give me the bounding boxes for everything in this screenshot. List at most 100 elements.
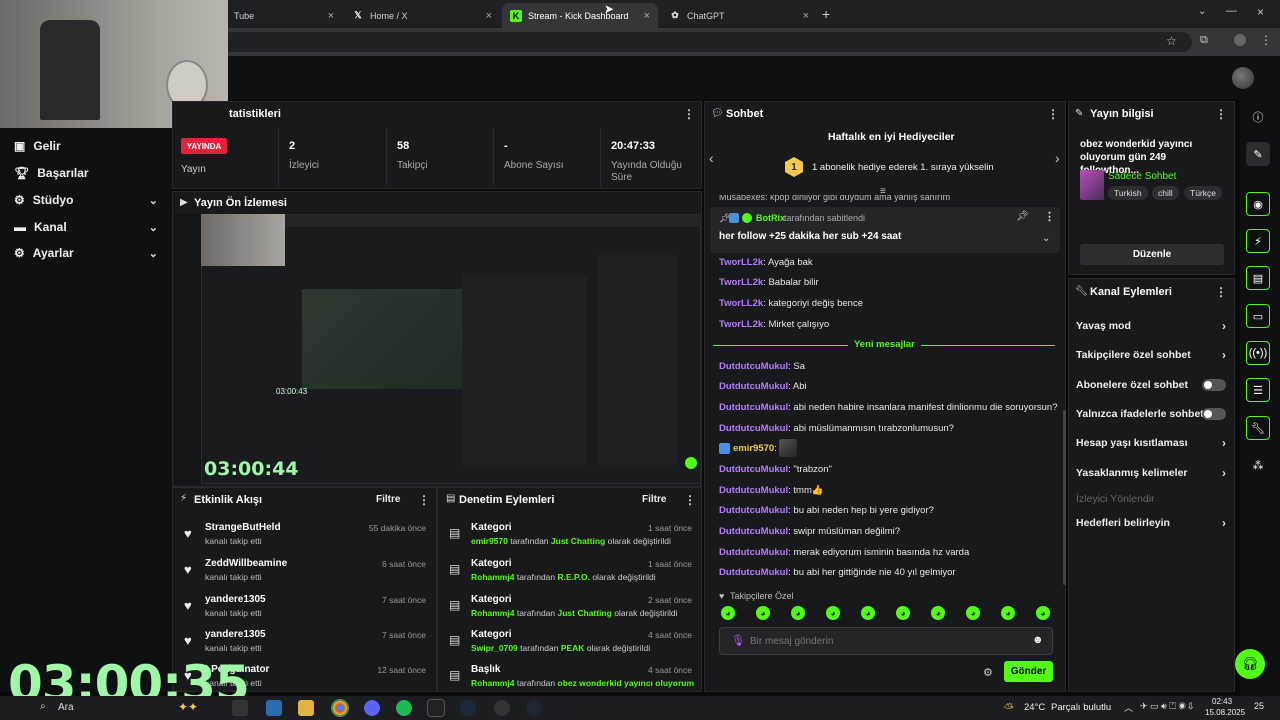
emote-icon[interactable]: ◕ (721, 606, 735, 620)
channel-action-item[interactable]: Yalnızca ifadelerle sohbet (1076, 405, 1228, 423)
steam-icon[interactable] (526, 700, 542, 716)
moderator-name[interactable]: Rohammj4 (471, 572, 514, 582)
chat-username[interactable]: DutdutcuMukul (719, 423, 788, 434)
chat-username[interactable]: DutdutcuMukul (719, 402, 788, 413)
more-icon[interactable]: ⋮ (1215, 107, 1227, 121)
category-name[interactable]: Sadece Sohbet (1108, 171, 1176, 182)
more-icon[interactable]: ⋮ (1044, 210, 1055, 223)
chat-scrollbar[interactable] (1063, 410, 1066, 585)
filter-button[interactable]: Filtre (376, 494, 400, 505)
close-icon[interactable]: × (486, 10, 492, 22)
chat-settings-gear-icon[interactable]: ⚙ (983, 666, 993, 679)
emote-icon[interactable]: ◕ (826, 606, 840, 620)
add-widget-icon[interactable]: ⁂ (1246, 453, 1270, 477)
tab-search-chevron-icon[interactable]: ⌄ (1198, 6, 1206, 17)
moderator-name[interactable]: Rohammj4 (471, 678, 514, 688)
chat-username[interactable]: DutdutcuMukul (719, 547, 788, 558)
chat-username[interactable]: TworLL2k (719, 298, 763, 309)
channel-action-item[interactable]: Takipçilere özel sohbet › (1076, 346, 1228, 364)
layout-icon[interactable]: ☰ (1246, 378, 1270, 402)
file-explorer-icon[interactable] (298, 700, 314, 716)
moderator-name[interactable]: Rohammj4 (471, 608, 514, 618)
emote-icon[interactable]: ◕ (791, 606, 805, 620)
chat-username[interactable]: DutdutcuMukul (719, 361, 788, 372)
new-tab-icon[interactable]: + (822, 6, 830, 22)
more-icon[interactable]: ⋮ (1047, 107, 1059, 121)
unpin-icon[interactable]: 📌︎ (1016, 211, 1029, 222)
bookmark-star-icon[interactable]: ☆ (1166, 34, 1177, 48)
emote-icon[interactable]: ◕ (1036, 606, 1050, 620)
sidebar-item-settings[interactable]: ⚙ Ayarlar ⌄ (14, 242, 160, 264)
pencil-icon[interactable]: ✎ (1246, 142, 1270, 166)
tag-chip[interactable]: chill (1152, 186, 1179, 200)
profile-icon[interactable] (1234, 34, 1246, 46)
chevron-right-icon[interactable]: › (1055, 150, 1060, 166)
extensions-icon[interactable]: ⧉ (1200, 34, 1208, 47)
chat-username[interactable]: TworLL2k (719, 257, 763, 268)
tab-kick-dashboard[interactable]: K Stream - Kick Dashboard × (502, 3, 658, 28)
more-icon[interactable]: ⋮ (418, 493, 430, 507)
toggle-switch[interactable] (1202, 408, 1226, 420)
preview-icon[interactable]: ◉ (1246, 192, 1270, 216)
chat-username[interactable]: DutdutcuMukul (719, 567, 788, 578)
chat-username[interactable]: emir9570 (733, 443, 774, 454)
chat-username[interactable]: TworLL2k (719, 319, 763, 330)
chat-username[interactable]: DutdutcuMukul (719, 526, 788, 537)
document-icon[interactable]: ▤ (1246, 266, 1270, 290)
broadcast-icon[interactable]: ((•)) (1246, 341, 1270, 365)
steam-icon[interactable] (460, 700, 476, 716)
tab-chatgpt[interactable]: ✿ ChatGPT × (661, 3, 817, 28)
browser-menu-icon[interactable]: ⋮ (1260, 33, 1272, 47)
chat-input[interactable] (750, 632, 1020, 650)
moderator-name[interactable]: Swipr_0709 (471, 643, 518, 653)
info-icon[interactable]: ⓘ (1246, 105, 1270, 129)
chat-username[interactable]: DutdutcuMukul (719, 381, 788, 392)
follower-name[interactable]: yandere1305 (205, 594, 266, 605)
notification-count[interactable]: 25 (1254, 701, 1264, 711)
sidebar-item-income[interactable]: ▣ Gelir (14, 135, 160, 157)
minimize-icon[interactable]: — (1226, 5, 1237, 17)
tray-icons[interactable]: ✈ ▭ 🔊︎ ⏍ ◉ ⇩ (1140, 701, 1193, 712)
filter-button[interactable]: Filtre (642, 494, 666, 505)
follower-name[interactable]: StrangeButHeld (205, 522, 281, 533)
emote-icon[interactable]: ◕ (756, 606, 770, 620)
stream-preview[interactable]: 03:00:43 03:00:44 (174, 214, 702, 484)
emote-icon[interactable]: ◕ (896, 606, 910, 620)
channel-action-item[interactable]: Hedefleri belirleyin › (1076, 514, 1228, 532)
app-icon[interactable] (266, 700, 282, 716)
tab-x[interactable]: 𝕏 Home / X × (344, 3, 500, 28)
more-icon[interactable]: ⋮ (1215, 285, 1227, 299)
moderator-name[interactable]: emir9570 (471, 536, 508, 546)
tag-chip[interactable]: Turkish (1108, 186, 1148, 200)
channel-action-item[interactable]: Abonelere özel sohbet (1076, 376, 1228, 394)
microphone-icon[interactable]: 🎙︎ (731, 634, 745, 647)
chat-username[interactable]: DutdutcuMukul (719, 485, 788, 496)
taskbar-search[interactable]: Ara (58, 702, 74, 713)
sidebar-item-achievements[interactable]: 🏆︎ Başarılar (14, 162, 160, 184)
close-icon[interactable]: × (803, 10, 809, 22)
more-icon[interactable]: ⋮ (684, 493, 696, 507)
sidebar-item-channel[interactable]: ▬ Kanal ⌄ (14, 216, 160, 238)
chrome-icon[interactable] (331, 699, 349, 717)
emote-icon[interactable]: ◕ (931, 606, 945, 620)
send-button[interactable]: Gönder (1004, 661, 1053, 682)
sidebar-item-studio[interactable]: ⚙︎ Stüdyo ⌄ (14, 189, 160, 211)
bolt-icon[interactable]: ⚡︎ (1246, 229, 1270, 253)
discord-icon[interactable] (364, 700, 380, 716)
avatar[interactable] (1232, 67, 1254, 89)
chat-username[interactable]: DutdutcuMukul (719, 464, 788, 475)
window-close-icon[interactable]: × (1257, 5, 1264, 19)
chevron-down-icon[interactable]: ⌄ (1042, 233, 1050, 244)
address-bar[interactable] (222, 32, 1192, 52)
task-view-icon[interactable] (232, 700, 248, 716)
wrench-icon[interactable]: 🔧︎ (1246, 416, 1270, 440)
chat-username[interactable]: DutdutcuMukul (719, 505, 788, 516)
tab-youtube[interactable]: Tube × (226, 3, 342, 28)
chevron-left-icon[interactable]: ‹ (709, 150, 714, 166)
emoji-icon[interactable]: ☻ (1032, 634, 1044, 646)
channel-action-item[interactable]: Yasaklanmış kelimeler › (1076, 464, 1228, 482)
follower-name[interactable]: yandere1305 (205, 629, 266, 640)
more-icon[interactable]: ⋮ (683, 107, 695, 121)
toggle-switch[interactable] (1202, 379, 1226, 391)
emote-icon[interactable]: ◕ (861, 606, 875, 620)
